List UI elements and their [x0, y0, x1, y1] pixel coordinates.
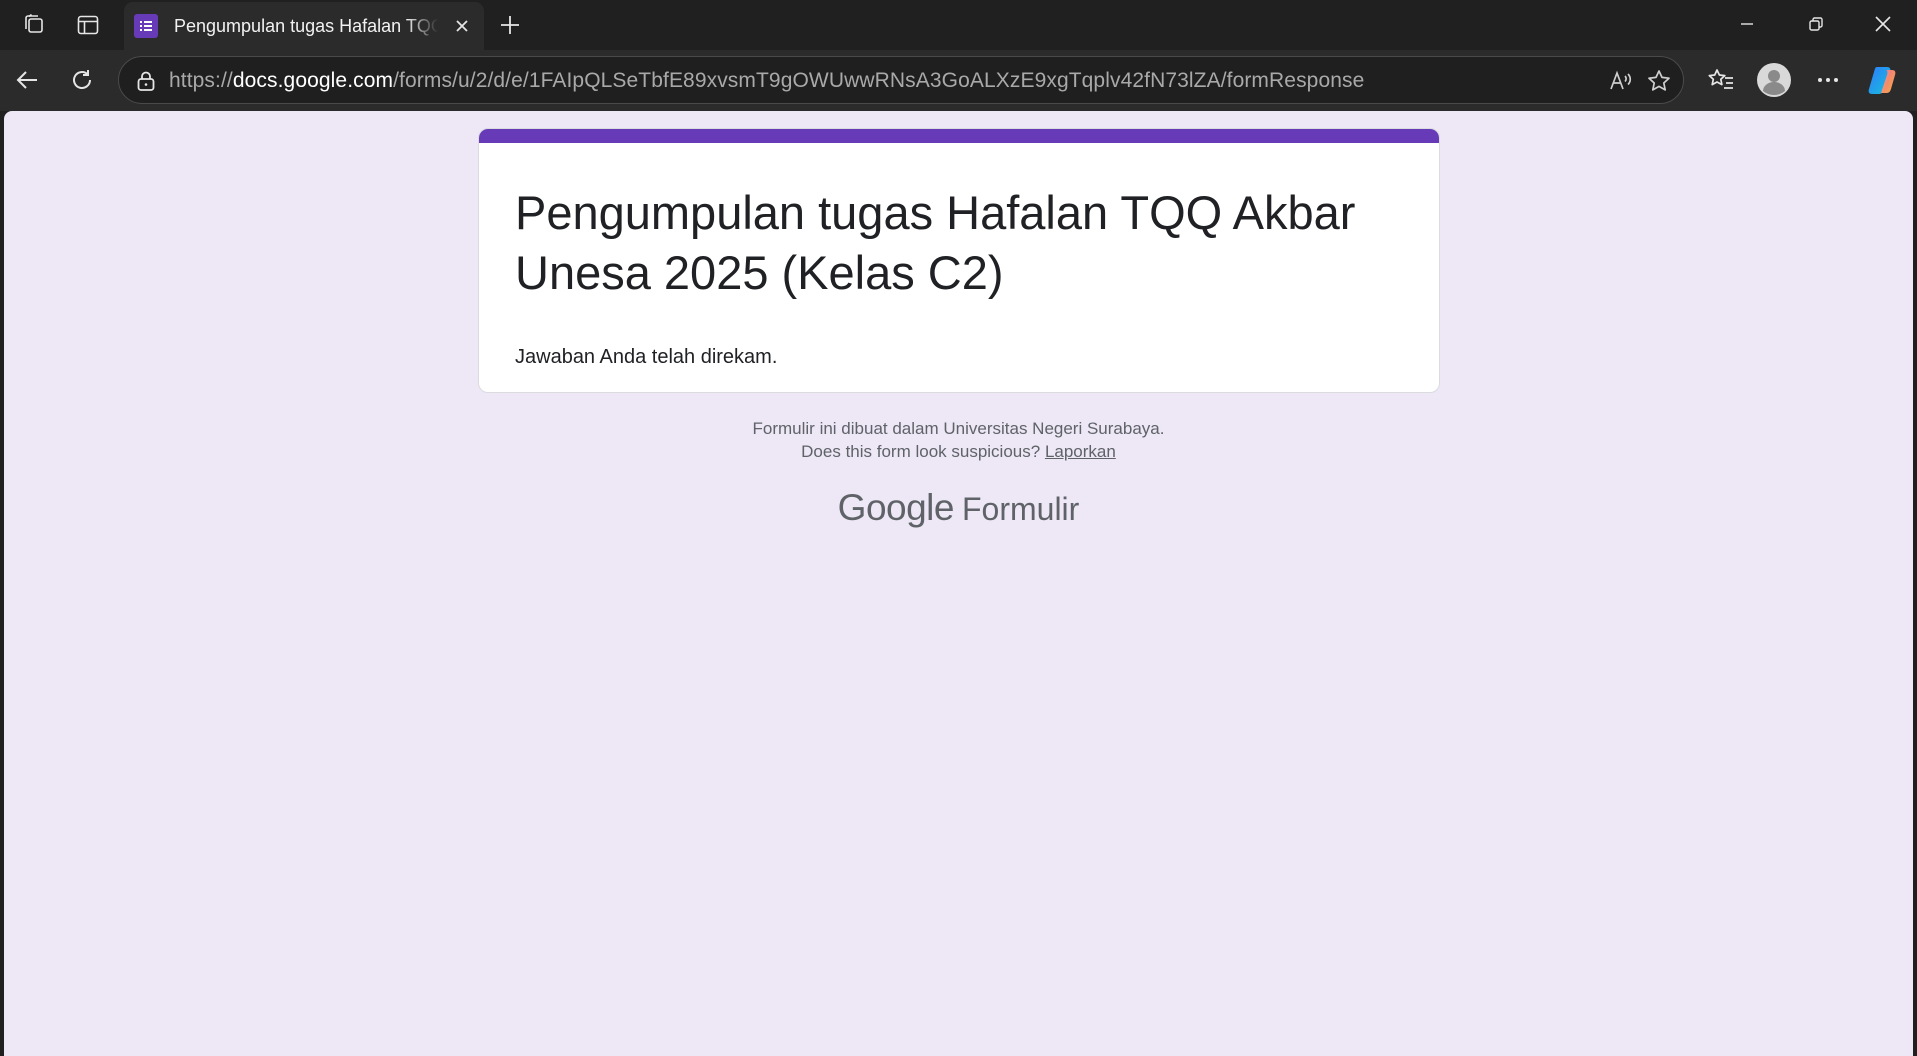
form-header-card: Pengumpulan tugas Hafalan TQQ Akbar Unes… — [478, 128, 1440, 393]
vertical-tabs-icon[interactable] — [65, 5, 111, 45]
brand-google: Google — [837, 487, 955, 528]
back-arrow-icon — [16, 71, 37, 89]
tab-google-form[interactable]: Pengumpulan tugas Hafalan TQQ Akbar Unes… — [124, 2, 484, 50]
ellipsis-icon — [1818, 78, 1838, 82]
google-forms-logo[interactable]: Google Formulir — [4, 487, 1913, 529]
form-footer: Formulir ini dibuat dalam Universitas Ne… — [4, 417, 1913, 463]
url-text[interactable]: https://docs.google.com/forms/u/2/d/e/1F… — [169, 69, 1364, 93]
restore-icon — [1808, 17, 1823, 31]
workspaces-icon[interactable] — [11, 5, 57, 45]
new-tab-button[interactable] — [487, 5, 533, 45]
back-button[interactable] — [6, 58, 50, 102]
star-icon[interactable] — [1645, 67, 1673, 95]
form-accent-bar — [479, 129, 1439, 143]
google-forms-icon — [134, 14, 158, 38]
lock-icon[interactable] — [133, 68, 159, 94]
restore-button[interactable] — [1781, 0, 1850, 48]
address-bar[interactable]: https://docs.google.com/forms/u/2/d/e/1F… — [118, 56, 1684, 104]
settings-and-more-button[interactable] — [1806, 58, 1850, 102]
favorites-icon — [1708, 69, 1733, 89]
read-aloud-icon[interactable] — [1607, 67, 1635, 95]
confirmation-message: Jawaban Anda telah direkam. — [515, 346, 778, 368]
form-title: Pengumpulan tugas Hafalan TQQ Akbar Unes… — [515, 186, 1356, 299]
tab-close-icon[interactable] — [450, 14, 474, 38]
brand-product: Formulir — [961, 491, 1080, 527]
copilot-button[interactable] — [1862, 58, 1906, 102]
profile-button[interactable] — [1752, 58, 1796, 102]
browser-toolbar: https://docs.google.com/forms/u/2/d/e/1F… — [0, 50, 1917, 111]
avatar-icon — [1757, 63, 1791, 97]
plus-icon — [501, 16, 519, 34]
close-icon — [1874, 16, 1891, 32]
browser-tab-strip: Pengumpulan tugas Hafalan TQQ Akbar Unes… — [0, 0, 1917, 50]
copilot-icon — [1868, 67, 1896, 94]
close-window-button[interactable] — [1848, 0, 1917, 48]
report-link[interactable]: Laporkan — [1045, 442, 1116, 461]
footer-question: Does this form look suspicious? — [801, 442, 1041, 461]
page-viewport: Pengumpulan tugas Hafalan TQQ Akbar Unes… — [4, 111, 1913, 1056]
url-scheme: https:// — [169, 69, 233, 92]
minimize-icon — [1740, 23, 1753, 25]
url-host: docs.google.com — [232, 69, 394, 92]
url-path: /forms/u/2/d/e/1FAIpQLSeTbfE89xvsmT9gOWU… — [393, 69, 1365, 92]
favorites-button[interactable] — [1699, 58, 1743, 102]
minimize-button[interactable] — [1712, 0, 1781, 48]
footer-organization-text: Formulir ini dibuat dalam Universitas Ne… — [752, 419, 1165, 438]
refresh-button[interactable] — [60, 58, 104, 102]
refresh-icon — [73, 70, 91, 89]
tab-title: Pengumpulan tugas Hafalan TQQ Akbar Unes… — [174, 15, 439, 36]
footer-report-line: Does this form look suspicious? Laporkan — [4, 440, 1913, 463]
